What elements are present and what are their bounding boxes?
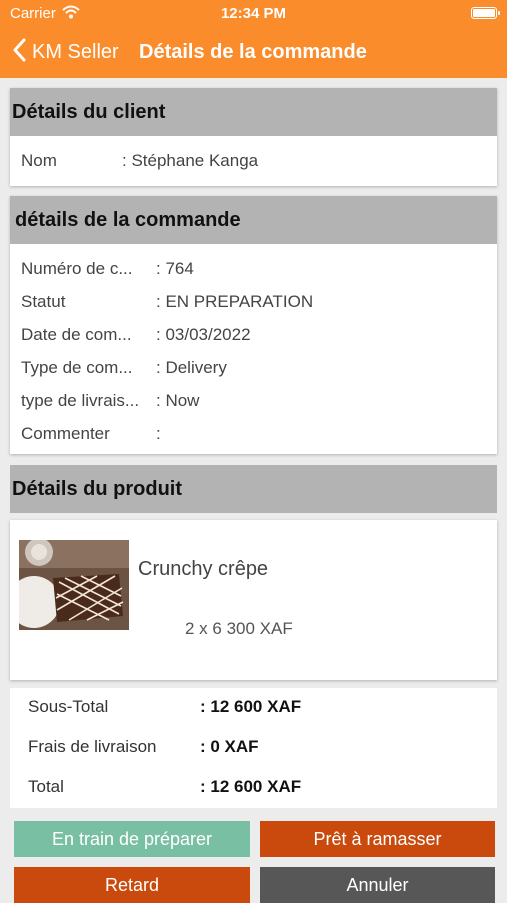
delivery-type-label: type de livrais... bbox=[21, 391, 140, 410]
status-bar: Carrier 12:34 PM bbox=[0, 0, 507, 28]
delivery-fee-value: : 0 XAF bbox=[200, 737, 259, 756]
back-button-label: KM Seller bbox=[32, 41, 119, 63]
cancel-button[interactable]: Annuler bbox=[260, 867, 495, 903]
product-details-section: Détails du produit bbox=[10, 465, 497, 513]
total-label: Total bbox=[28, 777, 64, 796]
client-details-card: Détails du client Nom : Stéphane Kanga bbox=[10, 88, 497, 186]
chevron-left-icon bbox=[12, 38, 26, 67]
clock: 12:34 PM bbox=[220, 5, 287, 22]
ready-for-pickup-button[interactable]: Prêt à ramasser bbox=[260, 821, 495, 857]
total-value: : 12 600 XAF bbox=[200, 777, 302, 796]
product-details-header: Détails du produit bbox=[10, 465, 497, 513]
order-number-label: Numéro de c... bbox=[21, 259, 133, 278]
order-date-label: Date de com... bbox=[21, 325, 132, 344]
preparing-button[interactable]: En train de préparer bbox=[14, 821, 250, 857]
order-type-value: : Delivery bbox=[156, 358, 227, 377]
comment-label: Commenter bbox=[21, 424, 110, 443]
subtotal-value: : 12 600 XAF bbox=[200, 697, 302, 716]
order-details-card: détails de la commande Numéro de c... : … bbox=[10, 196, 497, 454]
delay-button[interactable]: Retard bbox=[14, 867, 250, 903]
navigation-bar: KM Seller Détails de la commande bbox=[0, 28, 507, 78]
order-type-label: Type de com... bbox=[21, 358, 133, 377]
back-button[interactable]: KM Seller bbox=[12, 38, 119, 67]
order-status-value: : EN PREPARATION bbox=[156, 292, 314, 311]
product-card[interactable]: Crunchy crêpe 2 x 6 300 XAF bbox=[10, 520, 497, 680]
client-name-value: : Stéphane Kanga bbox=[122, 151, 259, 170]
delivery-fee-label: Frais de livraison bbox=[28, 737, 157, 756]
client-details-header: Détails du client bbox=[10, 88, 497, 136]
product-image bbox=[19, 540, 129, 630]
product-name: Crunchy crêpe bbox=[138, 558, 269, 580]
delivery-type-value: : Now bbox=[156, 391, 200, 410]
comment-value: : bbox=[156, 424, 161, 443]
battery-icon bbox=[471, 7, 500, 19]
order-date-value: : 03/03/2022 bbox=[156, 325, 251, 344]
order-status-label: Statut bbox=[21, 292, 66, 311]
subtotal-label: Sous-Total bbox=[28, 697, 109, 716]
order-number-value: : 764 bbox=[156, 259, 194, 278]
order-details-header: détails de la commande bbox=[10, 196, 497, 244]
product-price-line: 2 x 6 300 XAF bbox=[185, 619, 293, 638]
client-name-label: Nom bbox=[21, 151, 57, 170]
page-title: Détails de la commande bbox=[139, 41, 367, 63]
